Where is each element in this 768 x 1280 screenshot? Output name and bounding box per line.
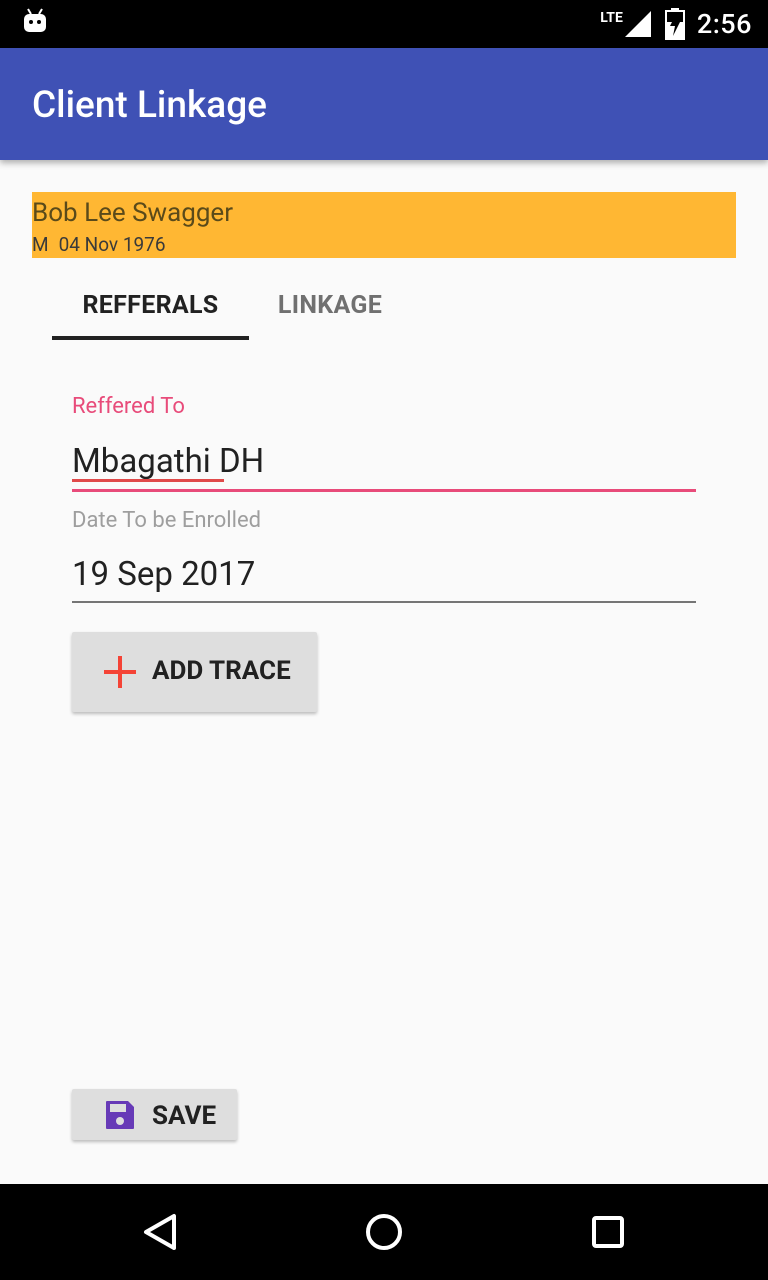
page-title: Client Linkage bbox=[32, 84, 267, 127]
back-icon[interactable] bbox=[136, 1208, 184, 1256]
date-enrolled-input[interactable]: 19 Sep 2017 bbox=[72, 555, 255, 594]
battery-icon bbox=[664, 8, 685, 40]
home-icon[interactable] bbox=[360, 1208, 408, 1256]
status-bar: LTE 2:56 bbox=[0, 0, 768, 48]
save-label: SAVE bbox=[152, 1101, 217, 1131]
status-icons: LTE 2:56 bbox=[600, 0, 752, 48]
client-sex: M bbox=[32, 233, 49, 256]
tab-refferals[interactable]: REFFERALS bbox=[52, 270, 249, 340]
clock: 2:56 bbox=[696, 8, 752, 40]
recent-apps-icon[interactable] bbox=[584, 1208, 632, 1256]
referred-to-label: Reffered To bbox=[72, 394, 185, 419]
network-type: LTE bbox=[600, 10, 623, 26]
add-trace-label: ADD TRACE bbox=[152, 656, 291, 686]
save-button[interactable]: SAVE bbox=[72, 1089, 237, 1140]
referred-to-input[interactable]: Mbagathi DH bbox=[72, 442, 264, 481]
client-meta: M 04 Nov 1976 bbox=[32, 233, 166, 256]
client-dob: 04 Nov 1976 bbox=[58, 233, 166, 256]
tab-linkage[interactable]: LINKAGE bbox=[255, 270, 405, 340]
floppy-disk-icon bbox=[106, 1101, 134, 1129]
navigation-bar bbox=[0, 1184, 768, 1280]
signal-icon bbox=[624, 11, 651, 37]
date-enrolled-label: Date To be Enrolled bbox=[72, 508, 262, 533]
referred-to-underline bbox=[72, 489, 696, 492]
date-enrolled-underline bbox=[72, 601, 696, 603]
android-debug-icon bbox=[24, 8, 46, 32]
client-name: Bob Lee Swagger bbox=[32, 198, 234, 228]
client-banner: Bob Lee Swagger M 04 Nov 1976 bbox=[32, 192, 736, 258]
spellcheck-underline bbox=[72, 479, 224, 482]
plus-icon bbox=[104, 656, 136, 688]
add-trace-button[interactable]: ADD TRACE bbox=[72, 632, 317, 712]
app-bar: Client Linkage bbox=[0, 48, 768, 160]
